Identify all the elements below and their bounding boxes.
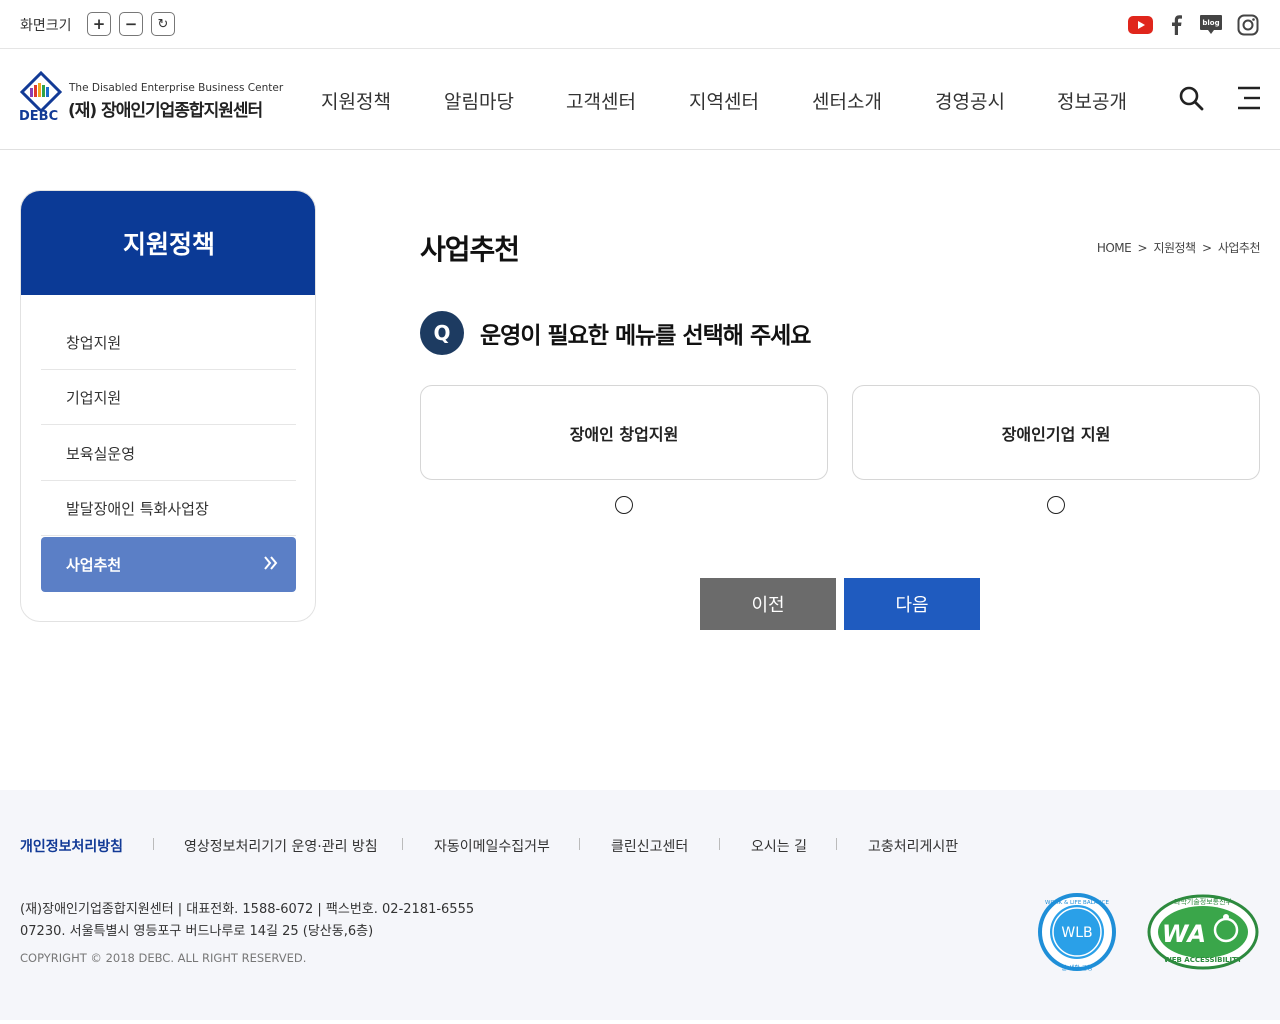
breadcrumb-current: 사업추천	[1217, 241, 1261, 255]
breadcrumb-home[interactable]: HOME	[1097, 241, 1132, 255]
footer-link-cctv-policy[interactable]: 영상정보처리기기 운영·관리 방침	[184, 836, 378, 856]
youtube-link[interactable]	[1127, 12, 1153, 38]
footer-link-clean-report[interactable]: 클린신고센터	[611, 836, 688, 856]
footer-address: 07230. 서울특별시 영등포구 버드나루로 14길 25 (당산동,6층)	[20, 924, 374, 939]
footer-separator	[402, 838, 403, 850]
sidebar-item-developmental-disability-workplace[interactable]: 발달장애인 특화사업장	[41, 481, 296, 536]
menu-button[interactable]	[1237, 85, 1263, 111]
prev-button[interactable]: 이전	[700, 578, 836, 630]
sidebar-item-startup-support[interactable]: 창업지원	[41, 315, 296, 370]
site-logo[interactable]: The Disabled Enterprise Business Center …	[18, 71, 288, 129]
logo-short-name: DEBC	[19, 109, 59, 124]
youtube-icon	[1127, 16, 1153, 34]
refresh-icon: ↻	[157, 16, 169, 32]
breadcrumb: HOME > 지원정책 > 사업추천	[1097, 239, 1261, 256]
sidebar-item-business-recommendation[interactable]: 사업추천	[41, 537, 296, 592]
web-accessibility-certification-badge: 과학기술정보통신부 WA WEB ACCESSIBILITY	[1147, 894, 1259, 970]
footer-contact-info: (재)장애인기업종합지원센터 | 대표전화. 1588-6072 | 팩스번호.…	[20, 902, 475, 917]
sidebar-item-incubation[interactable]: 보육실운영	[41, 426, 296, 481]
footer-link-grievance-board[interactable]: 고충처리게시판	[868, 836, 958, 856]
nav-customer-center[interactable]: 고객센터	[566, 87, 636, 114]
footer-separator	[719, 838, 720, 850]
zoom-label: 화면크기	[20, 18, 72, 34]
blog-icon-text: blog	[1202, 19, 1219, 27]
zoom-reset-button[interactable]: ↻	[151, 12, 175, 36]
nav-management-disclosure[interactable]: 경영공시	[935, 87, 1005, 114]
sidebar-item-label: 보육실운영	[66, 444, 136, 463]
option-label: 장애인 창업지원	[569, 424, 679, 444]
plus-icon: +	[92, 14, 106, 33]
footer-link-directions[interactable]: 오시는 길	[751, 836, 807, 856]
option-card-business-support[interactable]: 장애인기업 지원	[852, 385, 1260, 480]
breadcrumb-separator: >	[1201, 241, 1212, 255]
blog-link[interactable]: blog	[1198, 12, 1224, 38]
wa-top-text: 과학기술정보통신부	[1174, 897, 1233, 906]
search-icon	[1179, 86, 1204, 111]
question-text: 운영이 필요한 메뉴를 선택해 주세요	[480, 323, 811, 349]
site-header: The Disabled Enterprise Business Center …	[0, 49, 1280, 150]
footer-separator	[836, 838, 837, 850]
nav-regional-center[interactable]: 지역센터	[689, 87, 759, 114]
wlb-sub-text: 일·생활 균형	[1061, 964, 1092, 972]
footer-link-privacy-policy[interactable]: 개인정보처리방침	[20, 836, 123, 856]
minus-icon: −	[124, 14, 138, 33]
sidebar-item-label: 사업추천	[66, 556, 122, 574]
zoom-out-button[interactable]: −	[119, 12, 143, 36]
footer-separator	[579, 838, 580, 850]
nav-notice[interactable]: 알림마당	[444, 87, 514, 114]
footer-link-email-refusal[interactable]: 자동이메일수집거부	[434, 836, 550, 856]
page-title: 사업추천	[420, 233, 520, 266]
double-chevron-right-icon	[264, 556, 278, 570]
wa-mark-text: WA	[1162, 920, 1206, 948]
breadcrumb-separator: >	[1137, 241, 1148, 255]
breadcrumb-support-policy[interactable]: 지원정책	[1153, 241, 1196, 255]
hamburger-menu-icon	[1238, 86, 1260, 110]
search-button[interactable]	[1178, 85, 1204, 111]
sidebar-item-label: 창업지원	[66, 333, 122, 352]
sidebar: 지원정책 창업지원 기업지원 보육실운영 발달장애인 특화사업장 사업추천	[20, 190, 316, 622]
instagram-icon	[1237, 14, 1259, 36]
blog-icon: blog	[1200, 15, 1222, 34]
site-footer: 개인정보처리방침 영상정보처리기기 운영·관리 방침 자동이메일수집거부 클린신…	[0, 790, 1280, 1020]
option-label: 장애인기업 지원	[1001, 424, 1111, 444]
nav-about[interactable]: 센터소개	[812, 87, 882, 114]
wlb-mark-text: WLB	[1061, 925, 1092, 941]
logo-korean-name: (재) 장애인기업종합지원센터	[68, 101, 263, 121]
footer-copyright: COPYRIGHT © 2018 DEBC. ALL RIGHT RESERVE…	[20, 951, 307, 965]
nav-info-disclosure[interactable]: 정보공개	[1057, 87, 1127, 114]
next-button[interactable]: 다음	[844, 578, 980, 630]
facebook-link[interactable]	[1163, 12, 1189, 38]
debc-logo-icon	[20, 71, 62, 111]
wa-sub-text: WEB ACCESSIBILITY	[1164, 956, 1243, 964]
sidebar-title: 지원정책	[21, 191, 315, 295]
option-radio-business-support[interactable]	[1047, 496, 1065, 514]
wlb-certification-badge: WLB WORK & LIFE BALANCE 일·생활 균형	[1038, 893, 1116, 972]
option-radio-startup-support[interactable]	[615, 496, 633, 514]
zoom-in-button[interactable]: +	[87, 12, 111, 36]
nav-support-policy[interactable]: 지원정책	[321, 87, 391, 114]
facebook-icon	[1172, 15, 1182, 35]
sidebar-item-label: 기업지원	[66, 388, 122, 407]
footer-separator	[153, 838, 154, 850]
utility-bar: 화면크기 + − ↻ blog	[0, 0, 1280, 49]
question-badge: Q	[420, 311, 464, 355]
wlb-ring-text: WORK & LIFE BALANCE	[1045, 900, 1109, 906]
sidebar-item-label: 발달장애인 특화사업장	[66, 499, 209, 518]
instagram-link[interactable]	[1235, 12, 1261, 38]
logo-english-name: The Disabled Enterprise Business Center	[69, 82, 284, 94]
option-card-startup-support[interactable]: 장애인 창업지원	[420, 385, 828, 480]
sidebar-item-business-support[interactable]: 기업지원	[41, 370, 296, 425]
